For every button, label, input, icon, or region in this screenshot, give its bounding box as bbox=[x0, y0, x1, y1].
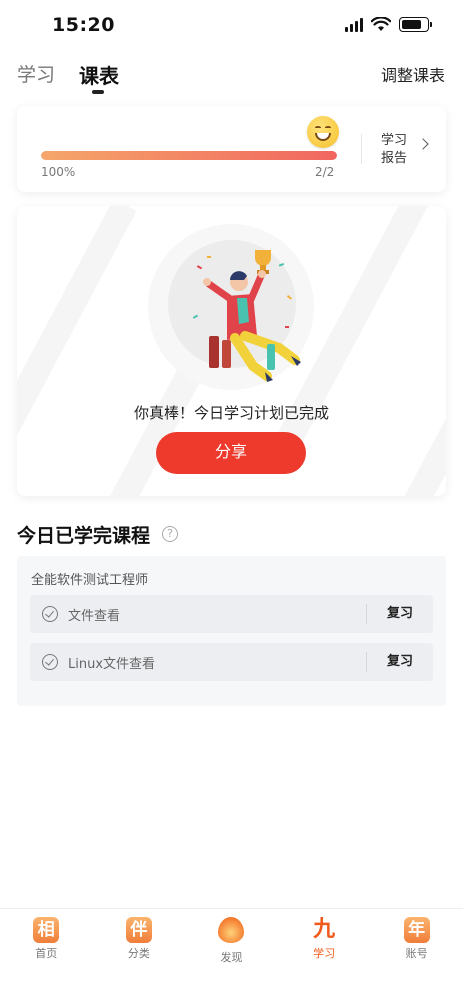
status-icons bbox=[345, 17, 432, 32]
home-icon: 相 bbox=[33, 917, 60, 943]
completed-course-panel: 全能软件测试工程师 文件查看 复习 Linux文件查看 复习 bbox=[17, 556, 446, 706]
report-label-line2: 报告 bbox=[381, 151, 408, 166]
top-tabs: 学习 课表 调整课表 bbox=[0, 54, 463, 98]
completion-card: 你真棒！今日学习计划已完成 分享 bbox=[17, 206, 446, 496]
nav-label: 学习 bbox=[313, 947, 336, 960]
progress-count: 2/2 bbox=[315, 165, 335, 179]
nav-item-home[interactable]: 相 首页 bbox=[0, 909, 93, 968]
divider bbox=[366, 652, 367, 672]
check-circle-icon bbox=[42, 606, 58, 622]
lesson-title: 文件查看 bbox=[68, 609, 121, 624]
nav-label: 分类 bbox=[127, 947, 150, 960]
nav-label: 首页 bbox=[35, 947, 58, 960]
signal-icon bbox=[345, 17, 363, 32]
review-button[interactable]: 复习 bbox=[376, 595, 424, 633]
decor-stripe bbox=[17, 206, 137, 494]
chevron-right-icon[interactable] bbox=[417, 138, 429, 150]
nav-item-category[interactable]: 伴 分类 bbox=[93, 909, 186, 968]
smiley-emoji-icon bbox=[307, 116, 339, 148]
completion-message: 你真棒！今日学习计划已完成 bbox=[133, 404, 329, 422]
bottom-nav: 相 首页 伴 分类 发现 九 学习 年 账号 bbox=[0, 908, 463, 968]
check-circle-icon bbox=[42, 654, 58, 670]
active-tab-indicator bbox=[92, 90, 104, 94]
divider bbox=[361, 134, 362, 164]
tab-schedule[interactable]: 课表 bbox=[79, 60, 119, 89]
section-title: 今日已学完课程 bbox=[17, 525, 151, 547]
tab-study[interactable]: 学习 bbox=[17, 60, 55, 87]
review-button[interactable]: 复习 bbox=[376, 643, 424, 681]
help-icon[interactable]: ? bbox=[162, 526, 178, 542]
progress-percent: 100% bbox=[41, 165, 76, 179]
nav-item-account[interactable]: 年 账号 bbox=[370, 909, 463, 968]
study-report-link[interactable]: 学习 报告 bbox=[381, 132, 407, 168]
study-icon: 九 bbox=[313, 917, 336, 942]
nav-label: 账号 bbox=[405, 947, 428, 960]
status-bar: 15:20 bbox=[0, 0, 463, 52]
nav-item-discover[interactable]: 发现 bbox=[185, 909, 278, 968]
flame-icon bbox=[218, 917, 245, 943]
status-time: 15:20 bbox=[52, 14, 115, 36]
lesson-row[interactable]: 文件查看 复习 bbox=[30, 595, 433, 633]
account-icon: 年 bbox=[403, 917, 430, 943]
adjust-schedule-button[interactable]: 调整课表 bbox=[381, 62, 445, 86]
report-label-line1: 学习 bbox=[381, 133, 408, 148]
category-icon: 伴 bbox=[125, 917, 152, 943]
battery-icon bbox=[399, 17, 432, 32]
progress-bar bbox=[41, 151, 337, 160]
nav-item-study[interactable]: 九 学习 bbox=[278, 909, 371, 968]
share-button[interactable]: 分享 bbox=[156, 432, 306, 474]
schedule-page: 15:20 学习 课表 调整课表 100% 2/2 学习 报告 你真棒！今日学习… bbox=[0, 0, 463, 1000]
lesson-title: Linux文件查看 bbox=[68, 657, 156, 672]
progress-card: 100% 2/2 学习 报告 bbox=[17, 106, 446, 192]
progress-bar-fill bbox=[41, 151, 337, 160]
divider bbox=[366, 604, 367, 624]
course-name: 全能软件测试工程师 bbox=[31, 573, 149, 588]
wifi-icon bbox=[371, 17, 391, 31]
lesson-row[interactable]: Linux文件查看 复习 bbox=[30, 643, 433, 681]
nav-label: 发现 bbox=[220, 951, 243, 964]
celebration-illustration bbox=[192, 250, 301, 382]
